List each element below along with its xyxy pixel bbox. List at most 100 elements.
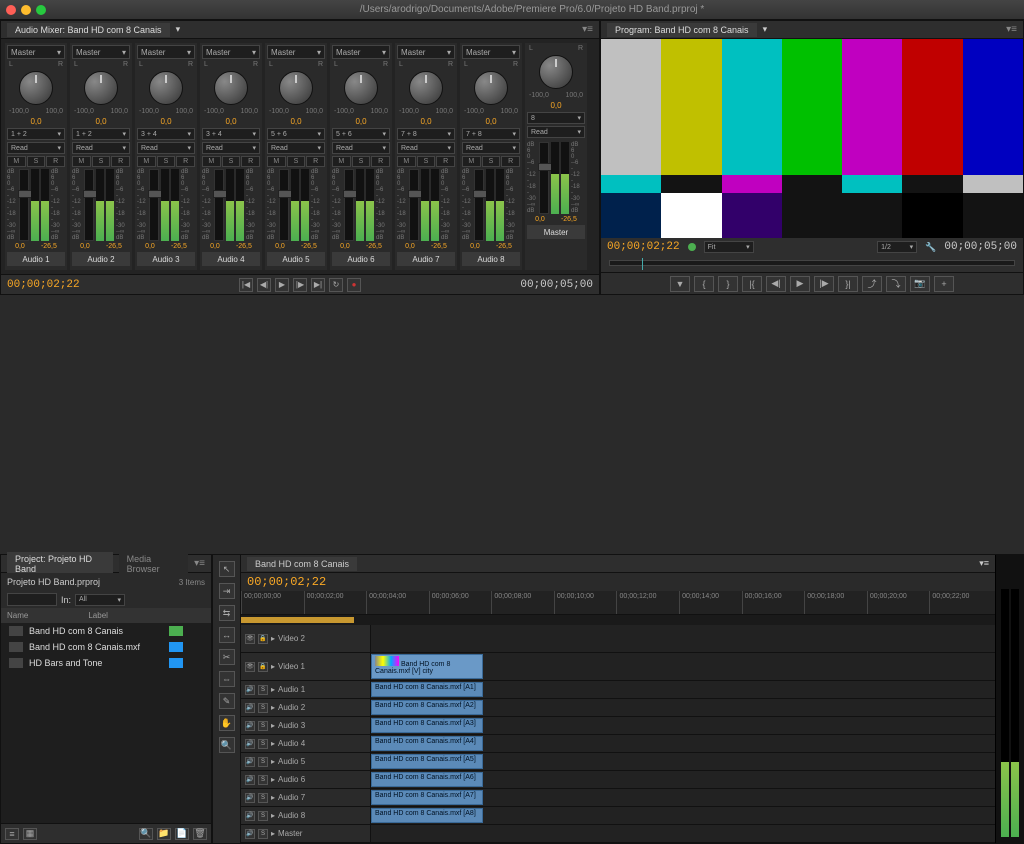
m-button[interactable]: M <box>137 156 156 167</box>
output-bus-dropdown[interactable]: Master▾ <box>72 45 130 59</box>
step-fwd-icon[interactable]: |▶ <box>814 276 834 292</box>
track-header[interactable]: 🔊S▸Audio 7 <box>241 789 371 806</box>
project-item[interactable]: Band HD com 8 Canais <box>1 623 211 639</box>
volume-fader[interactable] <box>474 169 484 241</box>
automation-mode-dropdown[interactable]: Read▾ <box>202 142 260 154</box>
audio-mixer-tab[interactable]: Audio Mixer: Band HD com 8 Canais <box>7 23 170 37</box>
send-dropdown[interactable]: 7 + 8▾ <box>462 128 520 140</box>
automation-mode-dropdown[interactable]: Read▾ <box>527 126 585 138</box>
hand-tool-icon[interactable]: ✋ <box>219 715 235 731</box>
s-button[interactable]: S <box>287 156 306 167</box>
track-lane[interactable]: Band HD com 8 Canais.mxf [A6] <box>371 771 995 788</box>
col-name-header[interactable]: Name <box>7 611 28 620</box>
play-icon[interactable]: ▶ <box>790 276 810 292</box>
collapse-icon[interactable]: ▸ <box>271 685 275 694</box>
mute-icon[interactable]: 🔊 <box>245 739 255 749</box>
track-header[interactable]: 🔊S▸Audio 2 <box>241 699 371 716</box>
clip[interactable]: Band HD com 8 Canais.mxf [A6] <box>371 772 483 787</box>
s-button[interactable]: S <box>482 156 501 167</box>
track-header[interactable]: 🔊S▸Audio 4 <box>241 735 371 752</box>
pan-knob[interactable] <box>149 71 183 105</box>
collapse-icon[interactable]: ▸ <box>271 703 275 712</box>
mute-icon[interactable]: 🔊 <box>245 811 255 821</box>
volume-fader[interactable] <box>214 169 224 241</box>
tab-dropdown-icon[interactable]: ▾ <box>763 24 768 35</box>
solo-icon[interactable]: S <box>258 829 268 839</box>
mute-icon[interactable]: 🔊 <box>245 793 255 803</box>
mute-icon[interactable]: 🔊 <box>245 685 255 695</box>
ripple-tool-icon[interactable]: ⇆ <box>219 605 235 621</box>
collapse-icon[interactable]: ▸ <box>271 775 275 784</box>
mute-icon[interactable]: 🔊 <box>245 775 255 785</box>
track-lane[interactable]: Band HD com 8 Canais.mxf [A2] <box>371 699 995 716</box>
timeline-timecode[interactable]: 00;00;02;22 <box>247 575 326 589</box>
output-bus-dropdown[interactable]: Master▾ <box>202 45 260 59</box>
zoom-tool-icon[interactable]: 🔍 <box>219 737 235 753</box>
volume-fader[interactable] <box>539 142 549 214</box>
channel-label[interactable]: Audio 8 <box>462 252 520 266</box>
track-header[interactable]: 👁🔒▸Video 2 <box>241 625 371 652</box>
track-header[interactable]: 🔊S▸Audio 5 <box>241 753 371 770</box>
list-view-icon[interactable]: ≡ <box>5 828 19 840</box>
collapse-icon[interactable]: ▸ <box>271 757 275 766</box>
mute-icon[interactable]: 🔊 <box>245 829 255 839</box>
clip[interactable]: Band HD com 8 Canais.mxf [A5] <box>371 754 483 769</box>
automation-mode-dropdown[interactable]: Read▾ <box>137 142 195 154</box>
mark-out-button[interactable]: } <box>718 276 738 292</box>
program-timecode[interactable]: 00;00;02;22 <box>607 241 680 253</box>
pan-knob[interactable] <box>84 71 118 105</box>
solo-icon[interactable]: S <box>258 685 268 695</box>
output-bus-dropdown[interactable]: Master▾ <box>397 45 455 59</box>
selection-tool-icon[interactable]: ↖ <box>219 561 235 577</box>
m-button[interactable]: M <box>267 156 286 167</box>
pan-knob[interactable] <box>214 71 248 105</box>
send-dropdown[interactable]: 1 + 2▾ <box>72 128 130 140</box>
send-dropdown[interactable]: 3 + 4▾ <box>202 128 260 140</box>
track-lane[interactable]: Band HD com 8 Canais.mxf [A5] <box>371 753 995 770</box>
track-lane[interactable]: Band HD com 8 Canais.mxf [A3] <box>371 717 995 734</box>
record-icon[interactable]: ● <box>347 278 361 292</box>
new-item-icon[interactable]: 📄 <box>175 828 189 840</box>
track-lane[interactable]: Band HD com 8 Canais.mxf [V] city <box>371 653 995 680</box>
m-button[interactable]: M <box>7 156 26 167</box>
sync-lock-icon[interactable]: 🔒 <box>258 662 268 672</box>
send-dropdown[interactable]: 5 + 6▾ <box>332 128 390 140</box>
volume-fader[interactable] <box>344 169 354 241</box>
channel-label[interactable]: Audio 7 <box>397 252 455 266</box>
settings-icon[interactable]: 🔧 <box>925 242 936 253</box>
new-bin-icon[interactable]: 📁 <box>157 828 171 840</box>
solo-icon[interactable]: S <box>258 811 268 821</box>
delete-icon[interactable]: 🗑 <box>193 828 207 840</box>
mute-icon[interactable]: 🔊 <box>245 757 255 767</box>
volume-fader[interactable] <box>84 169 94 241</box>
s-button[interactable]: S <box>157 156 176 167</box>
project-item[interactable]: HD Bars and Tone <box>1 655 211 671</box>
step-back-icon[interactable]: ◀| <box>766 276 786 292</box>
go-to-in-icon[interactable]: |{ <box>742 276 762 292</box>
channel-label[interactable]: Audio 6 <box>332 252 390 266</box>
panel-menu-icon[interactable]: ▾≡ <box>582 24 593 35</box>
timeline-ruler[interactable]: 00;00;00;0000;00;02;0000;00;04;0000;00;0… <box>241 591 995 615</box>
tab-dropdown-icon[interactable]: ▾ <box>176 24 181 35</box>
channel-label[interactable]: Master <box>527 225 585 239</box>
channel-label[interactable]: Audio 1 <box>7 252 65 266</box>
collapse-icon[interactable]: ▸ <box>271 662 275 671</box>
program-scrubber[interactable] <box>601 256 1023 272</box>
minimize-icon[interactable] <box>21 5 31 15</box>
track-lane[interactable]: Band HD com 8 Canais.mxf [A8] <box>371 807 995 824</box>
m-button[interactable]: M <box>332 156 351 167</box>
search-scope-dropdown[interactable]: All▾ <box>75 594 125 606</box>
track-header[interactable]: 🔊S▸Audio 8 <box>241 807 371 824</box>
track-header[interactable]: 🔊S▸Audio 3 <box>241 717 371 734</box>
output-bus-dropdown[interactable]: Master▾ <box>7 45 65 59</box>
step-back-icon[interactable]: ◀| <box>257 278 271 292</box>
s-button[interactable]: S <box>352 156 371 167</box>
output-bus-dropdown[interactable]: Master▾ <box>462 45 520 59</box>
razor-tool-icon[interactable]: ✂ <box>219 649 235 665</box>
s-button[interactable]: S <box>417 156 436 167</box>
send-dropdown[interactable]: 3 + 4▾ <box>137 128 195 140</box>
go-to-out-icon[interactable]: ▶| <box>311 278 325 292</box>
solo-icon[interactable]: S <box>258 775 268 785</box>
sequence-tab[interactable]: Band HD com 8 Canais <box>247 557 357 571</box>
automation-mode-dropdown[interactable]: Read▾ <box>267 142 325 154</box>
